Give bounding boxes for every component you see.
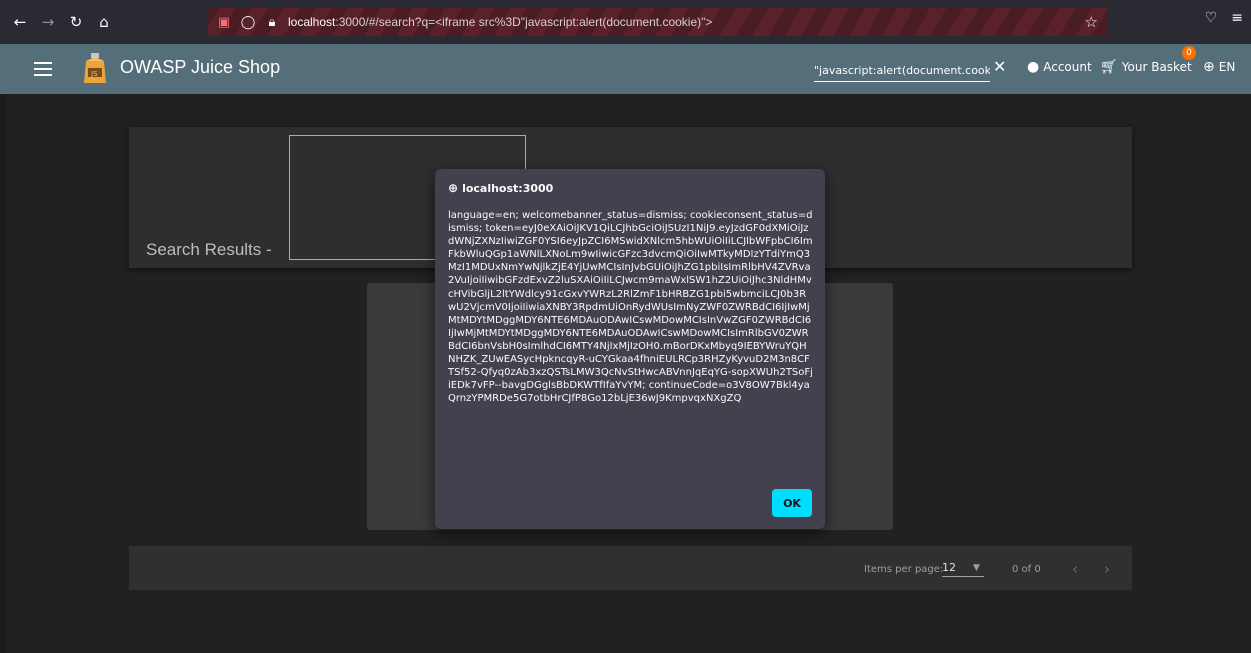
hamburger-menu-icon[interactable] xyxy=(34,62,52,76)
svg-text:JS: JS xyxy=(90,70,98,78)
next-page-icon[interactable]: › xyxy=(1104,560,1110,578)
basket-button[interactable]: 🛒︎ Your Basket xyxy=(1100,59,1192,75)
account-button[interactable]: ● Account xyxy=(1027,59,1092,75)
basket-count-badge: 0 xyxy=(1182,46,1196,60)
browser-nav: ← → ↻ ⌂ xyxy=(8,10,116,34)
language-label: EN xyxy=(1218,60,1236,74)
account-label: Account xyxy=(1043,60,1092,74)
browser-toolbar: ← → ↻ ⌂ ▣ ◯ 🔒︎ localhost:3000/#/search?q… xyxy=(0,0,1251,44)
forward-icon[interactable]: → xyxy=(36,10,60,34)
dialog-message: language=en; welcomebanner_status=dismis… xyxy=(448,210,813,405)
browser-menu-icon[interactable]: ≡ xyxy=(1231,10,1243,26)
alert-dialog: ⊕ localhost:3000 language=en; welcomeban… xyxy=(435,169,825,529)
url-text[interactable]: localhost:3000/#/search?q=<iframe src%3D… xyxy=(288,15,712,29)
previous-page-icon[interactable]: ‹ xyxy=(1072,560,1078,578)
search-input[interactable]: "javascript:alert(document.cookie)"> xyxy=(814,60,990,82)
dialog-origin: ⊕ localhost:3000 xyxy=(448,181,553,195)
url-bar[interactable]: ▣ ◯ 🔒︎ localhost:3000/#/search?q=<iframe… xyxy=(208,8,1108,36)
camera-sharing-icon[interactable]: ▣ xyxy=(216,15,232,30)
language-button[interactable]: ⊕ EN xyxy=(1203,59,1235,75)
cart-icon: 🛒︎ xyxy=(1100,59,1118,75)
basket-label: Your Basket xyxy=(1121,60,1192,74)
url-host: localhost xyxy=(288,15,336,29)
close-icon[interactable]: ✕ xyxy=(993,57,1006,76)
app-toolbar: JS OWASP Juice Shop "javascript:alert(do… xyxy=(0,44,1251,94)
ok-button[interactable]: OK xyxy=(772,489,812,517)
app-title[interactable]: OWASP Juice Shop xyxy=(120,57,280,78)
home-icon[interactable]: ⌂ xyxy=(92,10,116,34)
juice-shop-logo[interactable]: JS xyxy=(82,53,108,85)
pocket-icon[interactable]: ♡ xyxy=(1205,10,1218,26)
page-range-label: 0 of 0 xyxy=(1012,564,1041,575)
paginator: Items per page: 12 ▼ 0 of 0 ‹ › xyxy=(129,546,1132,590)
reload-icon[interactable]: ↻ xyxy=(64,10,88,34)
shield-icon[interactable]: ◯ xyxy=(240,15,256,30)
dropdown-caret-icon[interactable]: ▼ xyxy=(973,563,980,573)
account-circle-icon: ● xyxy=(1027,59,1040,75)
dialog-origin-label: localhost:3000 xyxy=(462,181,554,195)
search-results-title: Search Results - xyxy=(146,240,272,259)
browser-actions: ♡ ≡ xyxy=(1205,10,1243,26)
globe-icon: ⊕ xyxy=(448,181,459,195)
lock-icon[interactable]: 🔒︎ xyxy=(264,15,280,30)
items-per-page-label: Items per page: xyxy=(864,564,944,575)
url-path: :3000/#/search?q=<iframe src%3D"javascri… xyxy=(335,15,713,29)
back-icon[interactable]: ← xyxy=(8,10,32,34)
globe-icon: ⊕ xyxy=(1203,59,1215,75)
bookmark-star-icon[interactable]: ☆ xyxy=(1085,13,1098,31)
